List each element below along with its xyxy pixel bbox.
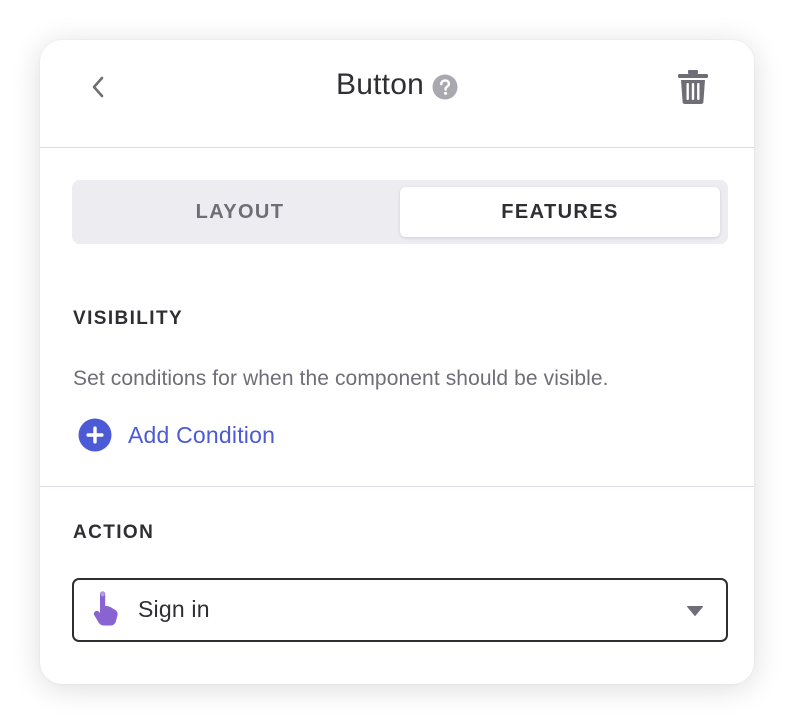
action-select[interactable]: Sign in xyxy=(72,578,728,642)
caret-down-icon xyxy=(686,604,704,616)
tab-layout[interactable]: LAYOUT xyxy=(80,187,400,237)
page-title: Button xyxy=(336,68,424,101)
visibility-heading: VISIBILITY xyxy=(73,308,184,329)
trash-icon xyxy=(677,69,709,110)
action-heading: ACTION xyxy=(73,522,155,543)
add-condition-button[interactable]: Add Condition xyxy=(78,418,275,452)
tab-features[interactable]: FEATURES xyxy=(400,187,720,237)
tab-switcher: LAYOUT FEATURES xyxy=(72,180,728,244)
visibility-description: Set conditions for when the component sh… xyxy=(73,367,609,390)
panel-header: Button xyxy=(40,40,754,148)
section-divider xyxy=(40,486,754,487)
component-inspector-panel: Button LAYOUT FEATURES VISIBILITY Set co… xyxy=(40,40,754,684)
tap-hand-icon xyxy=(92,591,122,627)
title-group: Button xyxy=(40,68,754,102)
question-mark-circle-icon[interactable] xyxy=(432,74,458,100)
plus-circle-icon xyxy=(78,418,112,452)
delete-button[interactable] xyxy=(676,69,710,110)
add-condition-label: Add Condition xyxy=(128,421,276,448)
action-select-value: Sign in xyxy=(138,596,210,622)
